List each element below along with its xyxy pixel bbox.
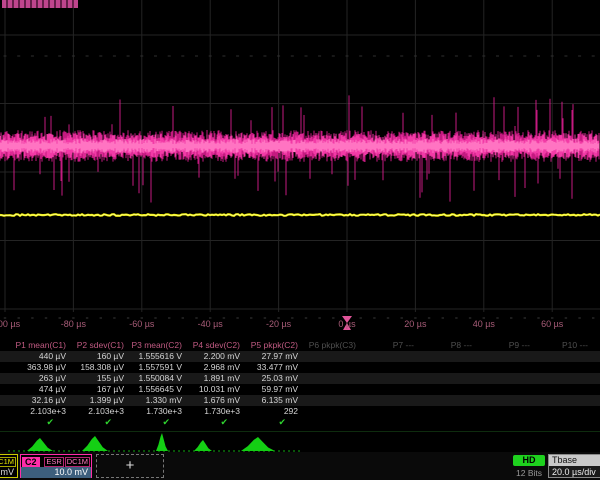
time-axis-label: -40 µs — [198, 319, 223, 329]
measurement-value: 1.550084 V — [126, 373, 182, 384]
param-header[interactable]: P3 mean(C2) — [126, 340, 182, 351]
measurement-value: 1.556645 V — [126, 384, 182, 395]
status-check-icon: ✔ — [242, 417, 298, 428]
measurement-value: 6.135 mV — [242, 395, 298, 406]
param-header[interactable]: P6 pkpk(C3) — [300, 340, 356, 351]
measurement-value: 263 µV — [10, 373, 66, 384]
histicon — [82, 436, 108, 451]
measurement-value: 440 µV — [10, 351, 66, 362]
c2-coupling-badge: DC1M — [65, 457, 90, 467]
measurement-value: 2.968 mV — [184, 362, 240, 373]
measurement-value: 2.103e+3 — [10, 406, 66, 417]
channel-c2-descriptor[interactable]: C2 ESR DC1M 10.0 mV — [20, 454, 92, 478]
c2-esr-badge: ESR — [44, 457, 63, 467]
time-axis-label: 20 µs — [404, 319, 426, 329]
c1-coupling-badge: DC1M — [0, 457, 16, 467]
measurement-value: 2.103e+3 — [68, 406, 124, 417]
clipped-osd-label — [2, 0, 78, 8]
hd-bits-label: 12 Bits — [509, 468, 549, 478]
time-axis-label: 40 µs — [473, 319, 495, 329]
table-row: 363.98 µV158.308 µV1.557591 V2.968 mV33.… — [0, 362, 600, 373]
timebase-descriptor[interactable]: Tbase 20.0 µs/div — [548, 454, 600, 478]
oscilloscope-screen: -100 µs -80 µs -60 µs -40 µs -20 µs 0 µs 20 µs… — [0, 0, 600, 480]
measurement-value: 1.891 mV — [184, 373, 240, 384]
measurement-value: 160 µV — [68, 351, 124, 362]
param-header[interactable]: P7 --- — [358, 340, 414, 351]
time-axis: -100 µs -80 µs -60 µs -40 µs -20 µs 0 µs 20 µs… — [0, 319, 600, 331]
param-header[interactable]: P4 sdev(C2) — [184, 340, 240, 351]
table-row: P1 mean(C1)P2 sdev(C1)P3 mean(C2)P4 sdev… — [0, 340, 600, 351]
param-header[interactable]: P2 sdev(C1) — [68, 340, 124, 351]
measurement-value: 25.03 mV — [242, 373, 298, 384]
status-check-icon: ✔ — [10, 417, 66, 428]
bottom-toolbar: DC1M 0 mV C2 ESR DC1M 10.0 mV + HD 12 Bi… — [0, 452, 600, 480]
time-axis-label: 60 µs — [541, 319, 563, 329]
measurement-value: 32.16 µV — [10, 395, 66, 406]
measurement-value: 1.730e+3 — [126, 406, 182, 417]
table-row: ✔✔✔✔✔ — [0, 417, 600, 428]
timebase-title: Tbase — [549, 455, 600, 466]
timebase-value: 20.0 µs/div — [549, 466, 600, 478]
param-header[interactable]: P5 pkpk(C2) — [242, 340, 298, 351]
c2-scale-value: 10.0 mV — [21, 467, 91, 478]
param-header[interactable]: P9 --- — [474, 340, 530, 351]
table-row: 2.103e+32.103e+31.730e+31.730e+3292 — [0, 406, 600, 417]
time-axis-label: -80 µs — [61, 319, 86, 329]
measurement-value: 474 µV — [10, 384, 66, 395]
status-check-icon: ✔ — [126, 417, 182, 428]
measurement-value: 158.308 µV — [68, 362, 124, 373]
histicon — [156, 433, 168, 451]
table-row: 32.16 µV1.399 µV1.330 mV1.676 mV6.135 mV — [0, 395, 600, 406]
param-header[interactable]: P10 --- — [532, 340, 588, 351]
measurement-value: 33.477 mV — [242, 362, 298, 373]
histicon — [241, 437, 275, 451]
histicon — [27, 438, 53, 451]
measurement-value: 1.557591 V — [126, 362, 182, 373]
table-row: 440 µV160 µV1.555616 V2.200 mV27.97 mV — [0, 351, 600, 362]
measurement-value: 1.676 mV — [184, 395, 240, 406]
c1-scale-value: 0 mV — [0, 467, 17, 478]
measurement-value: 27.97 mV — [242, 351, 298, 362]
time-axis-label: -60 µs — [129, 319, 154, 329]
time-axis-label: -100 µs — [0, 319, 20, 329]
param-header[interactable]: P1 mean(C1) — [10, 340, 66, 351]
measurement-value: 59.97 mV — [242, 384, 298, 395]
table-row: 263 µV155 µV1.550084 V1.891 mV25.03 mV — [0, 373, 600, 384]
measurement-value: 292 — [242, 406, 298, 417]
measurement-value: 1.399 µV — [68, 395, 124, 406]
time-axis-label: -20 µs — [266, 319, 291, 329]
measurement-value: 155 µV — [68, 373, 124, 384]
hd-mode-badge[interactable]: HD — [513, 455, 545, 466]
histicon — [194, 440, 212, 451]
measurement-value: 1.730e+3 — [184, 406, 240, 417]
param-header[interactable]: P8 --- — [416, 340, 472, 351]
table-row: 474 µV167 µV1.556645 V10.031 mV59.97 mV — [0, 384, 600, 395]
time-axis-label: 0 µs — [338, 319, 355, 329]
add-trace-button[interactable]: + — [96, 454, 164, 478]
measurement-value: 167 µV — [68, 384, 124, 395]
measurement-value: 2.200 mV — [184, 351, 240, 362]
status-check-icon: ✔ — [184, 417, 240, 428]
measurement-table[interactable]: P1 mean(C1)P2 sdev(C1)P3 mean(C2)P4 sdev… — [0, 339, 600, 430]
measurement-value: 10.031 mV — [184, 384, 240, 395]
status-check-icon: ✔ — [68, 417, 124, 428]
channel-c1-descriptor[interactable]: DC1M 0 mV — [0, 454, 18, 478]
measurement-value: 1.555616 V — [126, 351, 182, 362]
measurement-value: 363.98 µV — [10, 362, 66, 373]
c2-trace-tag: C2 — [22, 457, 40, 467]
measurement-value: 1.330 mV — [126, 395, 182, 406]
